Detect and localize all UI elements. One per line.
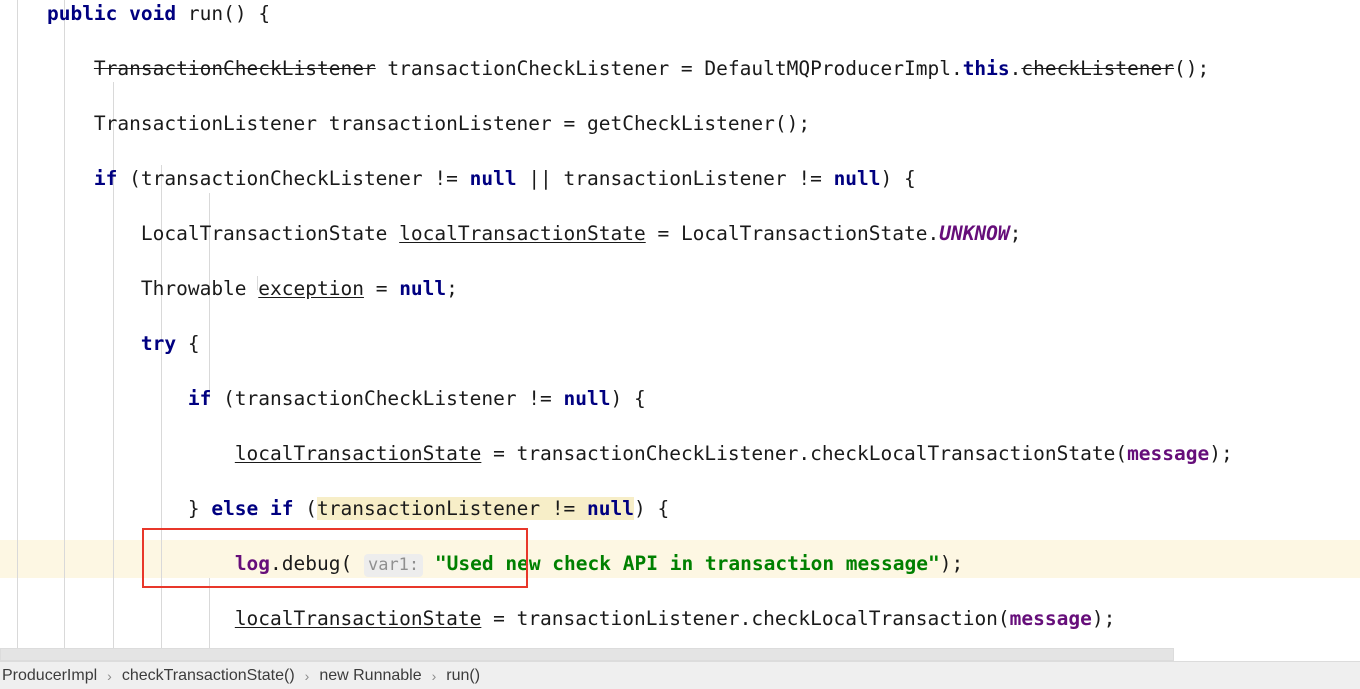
token-keyword: try — [140, 332, 177, 355]
token-keyword: null — [469, 167, 517, 190]
token-field: message — [1009, 607, 1092, 630]
breadcrumb-separator-icon: › — [304, 667, 310, 684]
code-line[interactable]: if (transactionCheckListener != null) { — [0, 385, 1360, 413]
token-keyword: public — [46, 2, 118, 25]
token-keyword: void — [129, 2, 177, 25]
token-deprecated-method: checkListener — [1021, 57, 1175, 80]
breadcrumb-item-anonymous-class[interactable]: new Runnable — [315, 667, 425, 685]
token-keyword: if — [93, 167, 118, 190]
token-keyword: null — [833, 167, 881, 190]
token-enum-constant: UNKNOW — [939, 222, 1010, 245]
token-keyword: else — [211, 497, 259, 520]
token-keyword: if — [270, 497, 294, 520]
breadcrumb-item-method[interactable]: checkTransactionState() — [118, 667, 299, 685]
token-local-variable: localTransactionState — [234, 607, 482, 630]
token-keyword: this — [962, 57, 1010, 80]
breadcrumb[interactable]: ProducerImpl › checkTransactionState() ›… — [0, 661, 1360, 689]
code-line[interactable]: public void run() { — [0, 0, 1360, 28]
code-line[interactable]: try { — [0, 330, 1360, 358]
code-line[interactable]: if (transactionCheckListener != null || … — [0, 165, 1360, 193]
horizontal-scrollbar-track[interactable] — [0, 648, 1360, 661]
token-keyword: null — [399, 277, 447, 300]
token-string: "Used new check API in transaction messa… — [434, 552, 940, 575]
breadcrumb-item-run-method[interactable]: run() — [442, 667, 484, 685]
code-line[interactable]: TransactionListener transactionListener … — [0, 110, 1360, 138]
code-content[interactable]: public void run() { TransactionCheckList… — [0, 0, 1360, 648]
code-editor[interactable]: public void run() { TransactionCheckList… — [0, 0, 1360, 648]
parameter-hint-chip: var1: — [363, 554, 424, 577]
token-field: message — [1127, 442, 1210, 465]
token-deprecated-type: TransactionCheckListener — [93, 57, 376, 80]
token-local-variable: localTransactionState — [234, 442, 482, 465]
code-line[interactable]: LocalTransactionState localTransactionSt… — [0, 220, 1360, 248]
token-local-variable: localTransactionState — [399, 222, 646, 245]
code-line[interactable]: } else if (transactionListener != null) … — [0, 495, 1360, 523]
horizontal-scrollbar-thumb[interactable] — [0, 648, 1174, 661]
code-line[interactable]: localTransactionState = transactionCheck… — [0, 440, 1360, 468]
code-line[interactable]: log.debug( var1: "Used new check API in … — [0, 550, 1360, 578]
token-keyword: null — [563, 387, 611, 410]
code-line[interactable]: Throwable exception = null; — [0, 275, 1360, 303]
token-field: log — [234, 552, 271, 575]
token-local-variable: exception — [258, 277, 364, 300]
breadcrumb-separator-icon: › — [107, 667, 112, 684]
breadcrumb-separator-icon: › — [431, 667, 437, 684]
code-line[interactable]: localTransactionState = transactionListe… — [0, 605, 1360, 633]
usage-highlight: transactionListener != null — [317, 497, 635, 520]
breadcrumb-item-class[interactable]: ProducerImpl — [0, 667, 101, 685]
token-keyword: if — [187, 387, 212, 410]
code-line[interactable]: TransactionCheckListener transactionChec… — [0, 55, 1360, 83]
